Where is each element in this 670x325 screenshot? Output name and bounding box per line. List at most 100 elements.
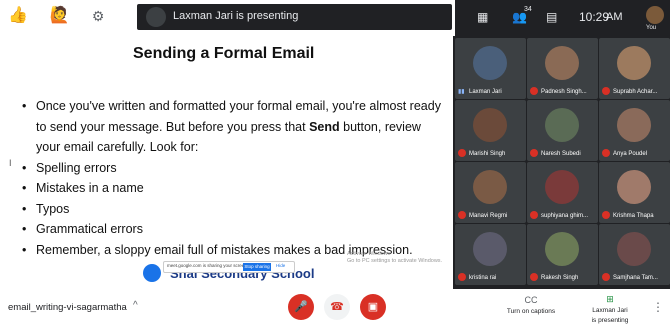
activate-line2: Go to PC settings to activate Windows. <box>347 258 443 264</box>
participant-grid: ▮▮ Laxman Jari Padnesh Singh... Suprabh Ach… <box>453 36 670 289</box>
school-logo-icon <box>143 264 161 282</box>
mic-muted-icon <box>458 149 466 157</box>
mic-muted-icon <box>458 211 466 219</box>
participant-name: Rakesh Singh <box>541 275 579 281</box>
bullet-item: • Spelling errors <box>22 158 442 179</box>
hide-button[interactable]: Hide <box>276 263 285 268</box>
participant-avatar <box>617 46 651 80</box>
more-options-icon[interactable]: ⋮ <box>652 300 664 314</box>
participant-tile[interactable]: Marishi Singh <box>455 100 526 161</box>
raise-hand-icon[interactable]: 🙋 <box>50 6 70 26</box>
presenter-avatar <box>146 7 166 27</box>
mic-muted-icon <box>602 273 610 281</box>
top-bar: 👍 🙋 ⚙ Laxman Jari is presenting ▦ 👥 34 ▤… <box>0 0 670 36</box>
mic-muted-icon <box>458 273 466 281</box>
bullet-item: • Typos <box>22 199 442 220</box>
participant-avatar <box>545 46 579 80</box>
thumbs-up-icon[interactable]: 👍 <box>8 6 28 26</box>
people-count: 34 <box>524 6 532 13</box>
screen-share-banner: meet.google.com is sharing your screen. … <box>163 261 295 273</box>
bottom-bar: email_writing-vi-sagarmatha ^ 🎤 ☎ ▣ CC T… <box>0 289 670 325</box>
share-message: meet.google.com is sharing your screen. <box>167 263 249 268</box>
participant-avatar <box>617 232 651 266</box>
participant-tile[interactable]: ▮▮ Laxman Jari <box>455 38 526 99</box>
participant-avatar <box>545 232 579 266</box>
bullet-text: Mistakes in a name <box>36 181 144 195</box>
participant-tile[interactable]: Suprabh Achar... <box>599 38 670 99</box>
presenting-line2: is presenting <box>591 317 629 324</box>
mic-muted-icon <box>602 211 610 219</box>
mic-muted-icon <box>602 87 610 95</box>
mic-muted-icon <box>530 149 538 157</box>
present-now-button[interactable]: ⊞ Laxman Jari is presenting <box>575 294 645 325</box>
participant-name: kristina rai <box>469 275 497 281</box>
presenting-text: Laxman Jari is presenting <box>173 10 299 22</box>
reactions-group: 👍 🙋 ⚙ <box>8 6 104 26</box>
clock: 10:29 <box>579 10 610 24</box>
participant-name: Manavi Regmi <box>469 213 508 219</box>
participant-tile[interactable]: Rakesh Singh <box>527 224 598 285</box>
present-icon: ⊞ <box>606 294 614 304</box>
self-label: You <box>646 25 657 31</box>
bullet-dot-icon: • <box>22 160 27 175</box>
presenting-line1: Laxman Jari <box>592 307 628 314</box>
participant-avatar <box>545 108 579 142</box>
participant-tile[interactable]: kristina rai <box>455 224 526 285</box>
mic-muted-icon <box>530 273 538 281</box>
participant-avatar <box>617 170 651 204</box>
participant-tile[interactable]: Krishma Thapa <box>599 162 670 223</box>
chevron-up-icon[interactable]: ^ <box>133 300 138 311</box>
bullet-intro-bold: Send <box>309 119 340 134</box>
activate-line1: Activate Windows <box>347 251 391 257</box>
mic-muted-icon <box>530 211 538 219</box>
slide-bullets: • Once you've written and formatted your… <box>22 96 442 260</box>
bullet-dot-icon: • <box>22 201 27 216</box>
clock-ampm: AM <box>606 11 623 23</box>
participant-avatar <box>473 232 507 266</box>
chat-icon[interactable]: ▤ <box>546 10 557 24</box>
captions-button[interactable]: CC Turn on captions <box>501 295 561 315</box>
participant-tile[interactable]: suphiyana ghim... <box>527 162 598 223</box>
participant-name: Marishi Singh <box>469 151 506 157</box>
participant-name: Padnesh Singh... <box>541 89 587 95</box>
captions-label: Turn on captions <box>506 308 556 315</box>
bullet-dot-icon: • <box>22 242 27 257</box>
activate-windows-watermark: Activate Windows Go to PC settings to ac… <box>347 251 442 265</box>
bullet-text: Typos <box>36 201 70 216</box>
meeting-header-right: ▦ 👥 34 ▤ 10:29 AM You <box>455 0 670 36</box>
audio-level-icon: ▮▮ <box>458 89 465 95</box>
mic-off-button[interactable]: 🎤 <box>288 294 314 320</box>
leave-call-button[interactable]: ☎ <box>324 294 350 320</box>
participant-avatar <box>617 108 651 142</box>
participant-tile[interactable]: Anya Poudel <box>599 100 670 161</box>
mic-muted-icon <box>530 87 538 95</box>
self-avatar[interactable] <box>646 6 664 24</box>
meeting-code[interactable]: email_writing-vi-sagarmatha <box>8 302 127 313</box>
bullet-text: Grammatical errors <box>36 222 143 236</box>
bullet-item: • Grammatical errors <box>22 219 442 240</box>
participant-name: Anya Poudel <box>613 151 648 157</box>
participant-name: Krishma Thapa <box>613 213 654 219</box>
stop-sharing-button[interactable]: Stop sharing <box>243 263 271 271</box>
participant-avatar <box>473 46 507 80</box>
bullet-dot-icon: • <box>22 181 27 195</box>
layout-icon[interactable]: ▦ <box>477 10 488 24</box>
cursor-icon: I <box>9 158 12 168</box>
bullet-intro: • Once you've written and formatted your… <box>22 96 442 158</box>
participant-name: Naresh Subedi <box>541 151 581 157</box>
gear-icon[interactable]: ⚙ <box>92 6 105 26</box>
presenting-banner: Laxman Jari is presenting <box>137 4 452 30</box>
participant-tile[interactable]: Naresh Subedi <box>527 100 598 161</box>
slide-title: Sending a Formal Email <box>133 45 315 62</box>
participant-tile[interactable]: Padnesh Singh... <box>527 38 598 99</box>
participant-name: suphiyana ghim... <box>541 213 589 219</box>
participant-avatar <box>545 170 579 204</box>
participant-avatar <box>473 170 507 204</box>
camera-off-button[interactable]: ▣ <box>360 294 386 320</box>
participant-avatar <box>473 108 507 142</box>
bullet-dot-icon: • <box>22 99 27 113</box>
participant-tile[interactable]: Samjhana Tam... <box>599 224 670 285</box>
participant-tile[interactable]: Manavi Regmi <box>455 162 526 223</box>
bullet-dot-icon: • <box>22 222 27 236</box>
bullet-text: Spelling errors <box>36 160 117 175</box>
